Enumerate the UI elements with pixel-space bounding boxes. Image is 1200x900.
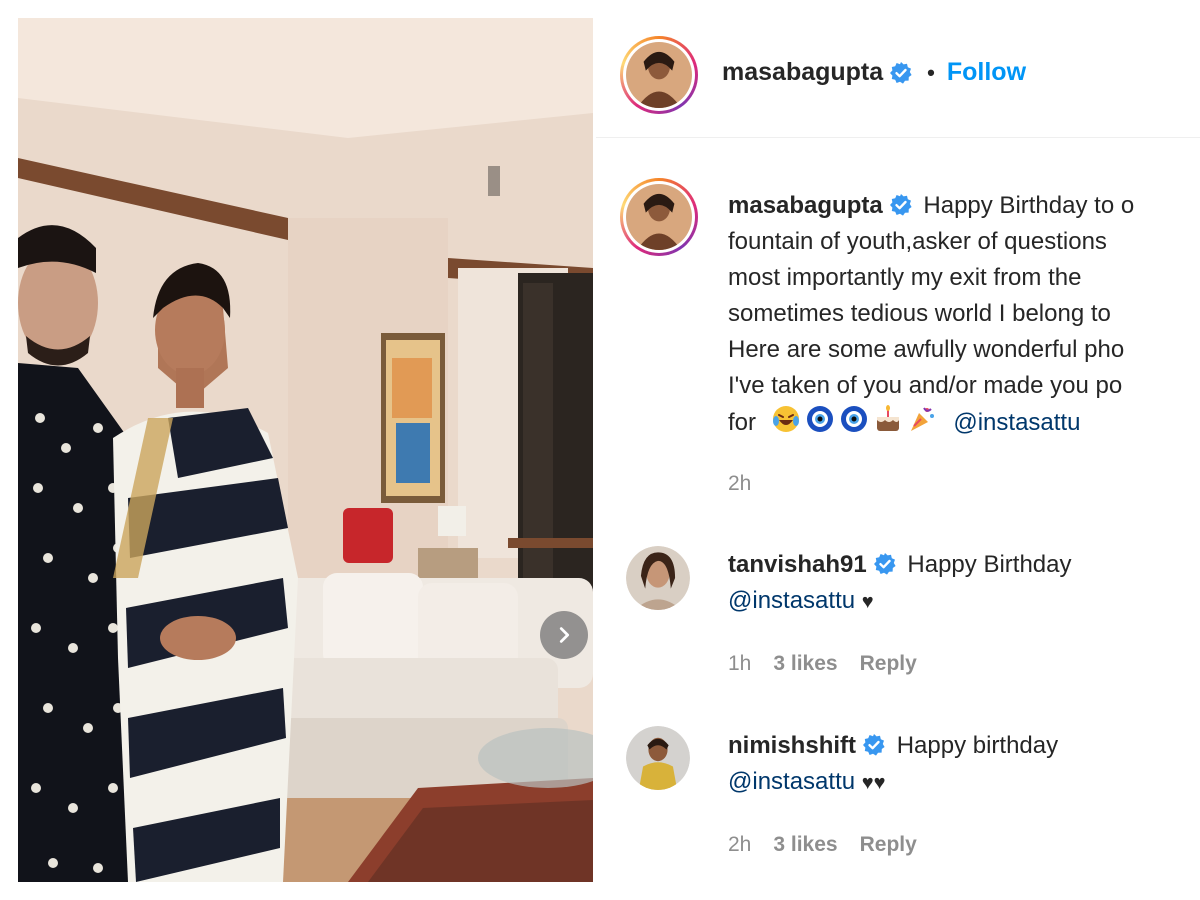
comment-2-mention-link[interactable]: @instasattu xyxy=(728,768,855,795)
comment-2-meta: 2h 3 likes Reply xyxy=(728,833,917,857)
evil-eye-emoji xyxy=(840,406,867,432)
party-popper-emoji xyxy=(910,407,934,431)
avatar-image xyxy=(626,184,692,250)
avatar-image xyxy=(626,546,690,610)
comment-1-likes[interactable]: 3 likes xyxy=(773,652,837,676)
post-caption: masabagupta Happy Birthday to o fountain… xyxy=(728,188,1200,441)
comment-1-text: tanvishah91 Happy Birthday @instasattu ♥ xyxy=(728,547,1072,620)
comment-2-hearts: ♥♥ xyxy=(861,772,886,794)
comment-2-time[interactable]: 2h xyxy=(728,833,751,857)
evil-eye-emoji xyxy=(806,406,833,432)
comment-1-body: Happy Birthday xyxy=(907,551,1072,578)
caption-line-3: most importantly my exit from the xyxy=(728,264,1082,291)
post-photo[interactable] xyxy=(18,18,593,882)
comment-2-body: Happy birthday xyxy=(896,732,1059,759)
comment-1-reply-button[interactable]: Reply xyxy=(860,652,917,676)
caption-author-avatar[interactable] xyxy=(620,178,698,256)
comment-avatar[interactable] xyxy=(626,546,690,610)
post-timestamp[interactable]: 2h xyxy=(728,472,751,496)
comment-2-username[interactable]: nimishshift xyxy=(728,732,856,759)
caption-emojis xyxy=(771,404,937,434)
separator-dot: • xyxy=(927,59,935,85)
verified-badge-icon xyxy=(873,553,896,575)
comment-1-meta: 1h 3 likes Reply xyxy=(728,652,917,676)
author-avatar[interactable] xyxy=(620,36,698,114)
comment-1-hearts: ♥ xyxy=(861,591,874,613)
caption-line-2: fountain of youth,asker of questions xyxy=(728,228,1107,255)
caption-username[interactable]: masabagupta xyxy=(728,192,883,219)
comment-1-username[interactable]: tanvishah91 xyxy=(728,551,867,578)
caption-line-6: I've taken of you and/or made you po xyxy=(728,372,1123,399)
comment-2-reply-button[interactable]: Reply xyxy=(860,833,917,857)
caption-line-7-prefix: for xyxy=(728,409,757,436)
photo-image xyxy=(18,18,593,882)
verified-badge-icon xyxy=(863,734,885,756)
caption-line-4: sometimes tedious world I belong to xyxy=(728,300,1111,327)
avatar-image xyxy=(626,726,690,790)
caption-line-5: Here are some awfully wonderful pho xyxy=(728,336,1125,363)
post-header: masabagupta • Follow xyxy=(596,18,1200,138)
avatar-image xyxy=(626,42,692,108)
laughing-tears-emoji xyxy=(772,406,799,432)
comment-2-text: nimishshift Happy birthday @instasattu ♥… xyxy=(728,728,1058,801)
verified-badge-icon xyxy=(889,194,912,216)
verified-badge-icon xyxy=(890,61,912,84)
header-user-row: masabagupta • Follow xyxy=(722,58,1026,87)
comment-1-time[interactable]: 1h xyxy=(728,652,751,676)
comment-avatar[interactable] xyxy=(626,726,690,790)
chevron-right-icon xyxy=(559,627,570,643)
comment-2-likes[interactable]: 3 likes xyxy=(773,833,837,857)
next-photo-button[interactable] xyxy=(540,611,588,659)
comment-1-mention-link[interactable]: @instasattu xyxy=(728,587,855,614)
follow-button[interactable]: Follow xyxy=(947,58,1026,87)
caption-line-1: Happy Birthday to o xyxy=(923,192,1135,219)
birthday-cake-emoji xyxy=(876,405,899,431)
post-side-panel: masabagupta • Follow masabagupta Happy B… xyxy=(596,18,1200,882)
caption-mention-link[interactable]: @instasattu xyxy=(953,409,1080,436)
author-username[interactable]: masabagupta xyxy=(722,58,883,87)
